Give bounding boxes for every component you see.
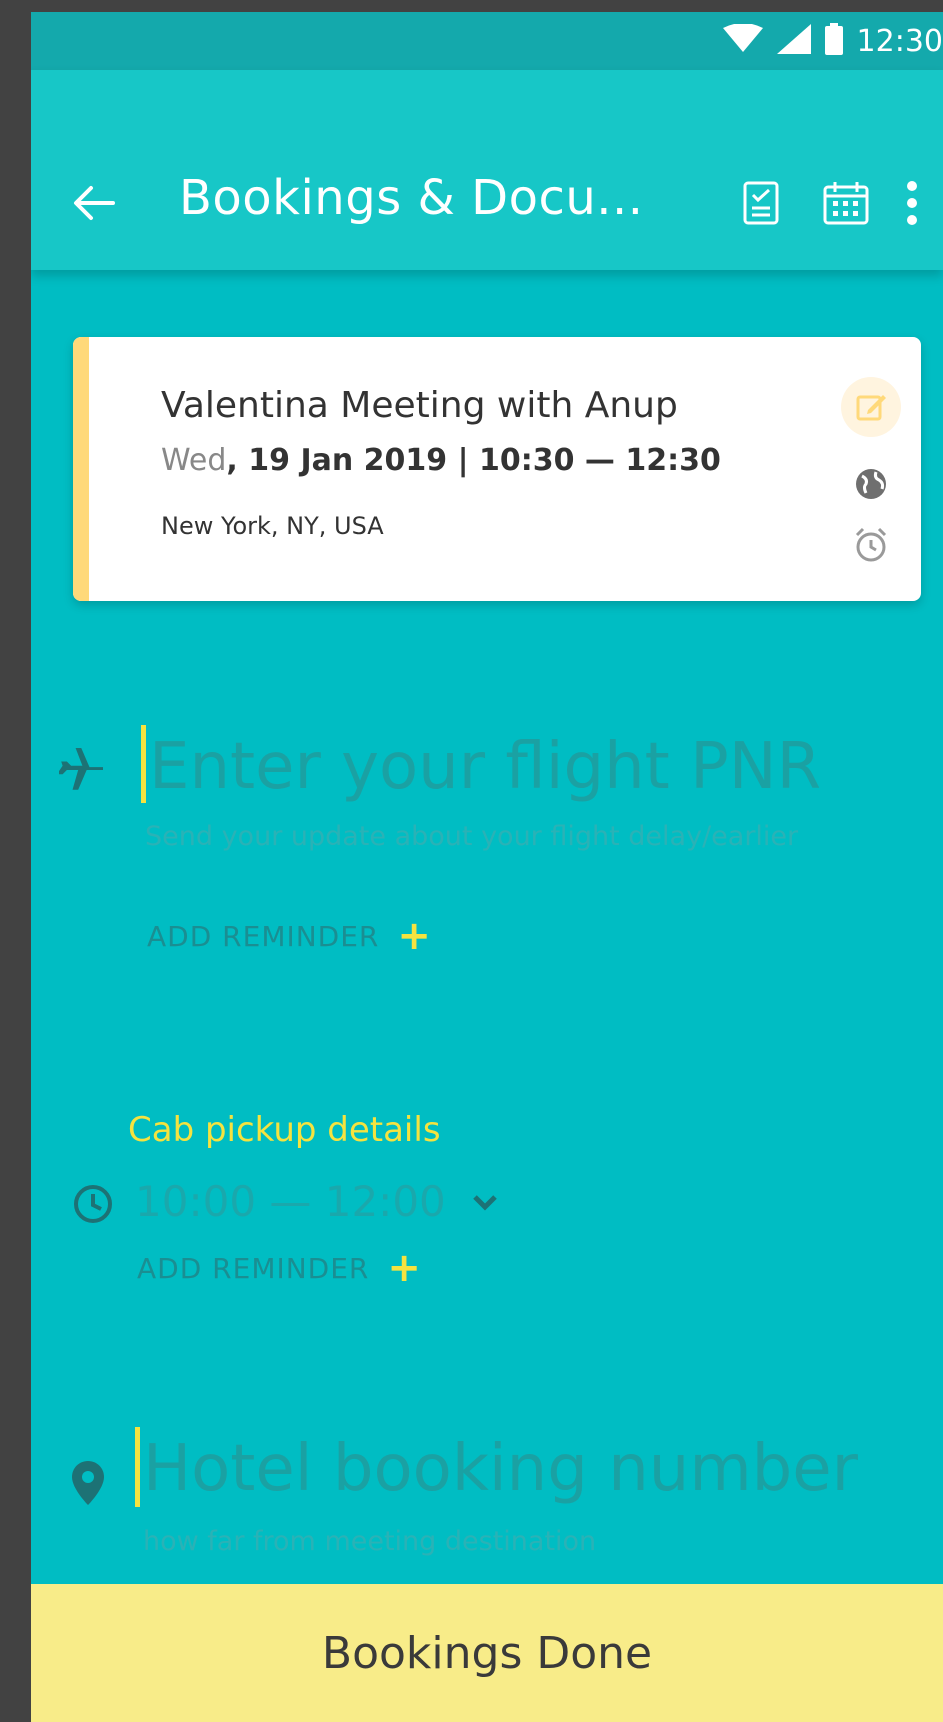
airplane-icon xyxy=(56,747,110,796)
more-options-button[interactable] xyxy=(897,178,927,228)
meeting-title: Valentina Meeting with Anup xyxy=(161,385,678,426)
battery-icon xyxy=(824,23,843,59)
back-button[interactable] xyxy=(69,178,119,228)
plus-icon: + xyxy=(397,913,432,959)
meeting-card[interactable]: Valentina Meeting with Anup Wed, 19 Jan … xyxy=(73,337,921,601)
status-icons: 12:30 xyxy=(722,12,943,70)
text-cursor xyxy=(141,725,146,803)
cab-time-range: 10:00 — 12:00 xyxy=(135,1177,446,1226)
flight-add-reminder-label: ADD REMINDER xyxy=(147,919,380,953)
card-accent-bar xyxy=(73,337,89,601)
edit-icon xyxy=(856,395,886,421)
signal-icon xyxy=(776,24,811,58)
meeting-datetime: Wed, 19 Jan 2019 | 10:30 — 12:30 xyxy=(161,443,721,478)
checklist-icon xyxy=(743,181,779,225)
cab-pickup-label: Cab pickup details xyxy=(128,1110,441,1150)
status-bar: 12:30 xyxy=(31,12,943,70)
text-cursor xyxy=(135,1427,140,1507)
edit-button[interactable] xyxy=(841,377,901,437)
hotel-hint: how far from meeting destination xyxy=(143,1526,597,1557)
flight-hint: Send your update about your flight delay… xyxy=(145,821,799,852)
app-title: Bookings & Docu... xyxy=(179,170,644,226)
hotel-booking-input[interactable]: Hotel booking number xyxy=(143,1432,858,1506)
globe-icon[interactable] xyxy=(854,467,888,505)
location-pin-icon xyxy=(71,1460,105,1510)
bookings-done-label: Bookings Done xyxy=(321,1627,653,1679)
plus-icon: + xyxy=(387,1245,422,1291)
chevron-down-icon xyxy=(473,1194,497,1211)
status-time: 12:30 xyxy=(856,23,943,59)
cab-time-dropdown[interactable]: 10:00 — 12:00 xyxy=(135,1177,498,1226)
flight-pnr-input[interactable]: Enter your flight PNR xyxy=(149,730,821,804)
more-vert-icon xyxy=(907,181,917,225)
app-bar: Bookings & Docu... xyxy=(31,70,943,270)
meeting-date-time: , 19 Jan 2019 | 10:30 — 12:30 xyxy=(226,443,721,478)
arrow-left-icon xyxy=(74,186,115,220)
flight-add-reminder-button[interactable]: ADD REMINDER + xyxy=(147,916,432,956)
wifi-icon xyxy=(722,23,763,58)
checklist-button[interactable] xyxy=(736,178,786,228)
cab-add-reminder-label: ADD REMINDER xyxy=(137,1251,370,1285)
meeting-day: Wed xyxy=(161,443,227,478)
meeting-location: New York, NY, USA xyxy=(161,512,384,540)
bookings-done-button[interactable]: Bookings Done xyxy=(31,1584,943,1722)
clock-icon xyxy=(73,1184,113,1228)
calendar-icon xyxy=(823,182,869,225)
phone-screen: 12:30 Bookings & Docu... Valentina Meeti… xyxy=(31,12,943,1722)
calendar-button[interactable] xyxy=(821,178,871,228)
cab-add-reminder-button[interactable]: ADD REMINDER + xyxy=(137,1248,422,1288)
alarm-clock-icon[interactable] xyxy=(854,527,888,567)
